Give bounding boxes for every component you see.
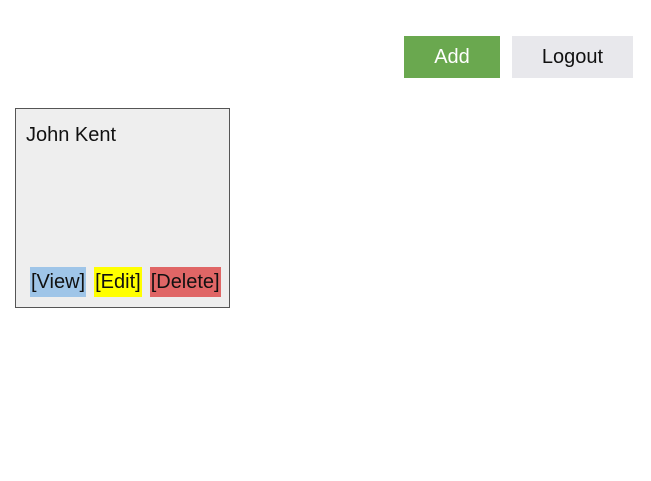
- top-toolbar: Add Logout: [404, 36, 633, 78]
- logout-button[interactable]: Logout: [512, 36, 633, 78]
- edit-link[interactable]: [Edit]: [94, 267, 142, 297]
- add-button[interactable]: Add: [404, 36, 500, 78]
- card-actions: [View] [Edit] [Delete]: [30, 267, 221, 297]
- delete-link[interactable]: [Delete]: [149, 267, 221, 297]
- view-link[interactable]: [View]: [30, 267, 87, 297]
- contact-name: John Kent: [26, 124, 117, 146]
- contact-card: John Kent [View] [Edit] [Delete]: [15, 108, 230, 308]
- page: Add Logout John Kent [View] [Edit] [Dele…: [0, 0, 651, 481]
